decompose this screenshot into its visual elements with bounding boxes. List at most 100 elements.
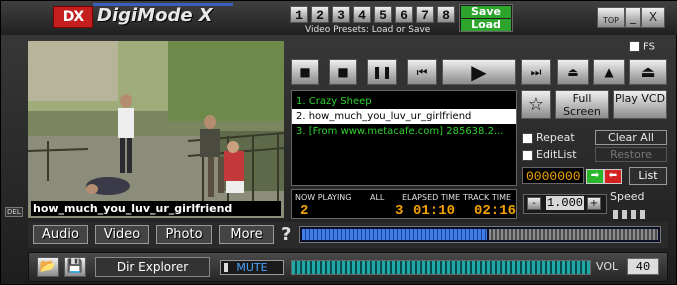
previous-button[interactable]: ⏮: [407, 59, 437, 85]
speed-value: 1.000: [546, 196, 584, 210]
playlist[interactable]: 1. Crazy Sheep 2. how_much_you_luv_ur_gi…: [291, 90, 517, 186]
preset-5-button[interactable]: 5: [374, 6, 392, 23]
pause-icon: ❚❚: [371, 65, 393, 79]
presets-label: Video Presets: Load or Save: [305, 25, 431, 35]
play-button[interactable]: ▶: [442, 59, 516, 85]
arrow-right-icon: ➡: [590, 170, 600, 181]
pause-button[interactable]: ❚❚: [367, 59, 397, 85]
speed-tick: [622, 210, 627, 219]
always-on-top-button[interactable]: TOP: [597, 7, 625, 28]
fullscreen-label: FS: [643, 41, 655, 53]
eject-small-button[interactable]: ⏏: [557, 59, 589, 85]
next-track-icon: ⏭: [530, 65, 542, 79]
repeat-toggle[interactable]: Repeat: [522, 131, 575, 144]
video-display[interactable]: [28, 41, 284, 218]
app-logo: DX: [53, 6, 93, 28]
playlist-item[interactable]: 1. Crazy Sheep: [292, 94, 516, 109]
delete-button[interactable]: DEL: [5, 207, 23, 217]
video-frame: [28, 41, 284, 218]
up-button[interactable]: ▲: [593, 59, 625, 85]
seek-progress: [302, 229, 487, 240]
video-mode-button[interactable]: Video: [95, 225, 149, 244]
stop-button[interactable]: ■: [291, 59, 319, 85]
speed-level-ticks[interactable]: [613, 204, 657, 238]
arrow-left-icon: ⬅: [608, 170, 618, 181]
favorite-button[interactable]: ☆: [521, 90, 551, 119]
floppy-icon: 💾: [66, 259, 84, 274]
mute-button[interactable]: MUTE: [220, 260, 284, 275]
track-time-label: TRACK TIME: [463, 193, 512, 202]
preset-6-button[interactable]: 6: [395, 6, 413, 23]
preset-3-button[interactable]: 3: [332, 6, 350, 23]
preset-2-button[interactable]: 2: [311, 6, 329, 23]
play-vcd-button[interactable]: Play VCD: [613, 90, 667, 119]
back-arrow-button[interactable]: ⬅: [604, 169, 622, 184]
all-label: ALL: [370, 193, 385, 202]
forward-arrow-button[interactable]: ➡: [586, 169, 604, 184]
save-load-panel: Save Load: [459, 4, 513, 32]
seek-bar[interactable]: [299, 226, 661, 243]
video-title-caption: how_much_you_luv_ur_girlfriend: [31, 201, 281, 216]
total-tracks-number: 3: [395, 203, 404, 219]
mute-label: MUTE: [236, 261, 268, 274]
pause-alt-button[interactable]: ■: [329, 59, 357, 85]
save-button[interactable]: 💾: [64, 257, 86, 277]
eject-icon: ⏏: [567, 65, 579, 79]
always-on-top-label: TOP: [602, 16, 619, 25]
elapsed-time-label: ELAPSED TIME: [402, 193, 461, 202]
previous-track-icon: ⏮: [416, 65, 428, 79]
preset-7-button[interactable]: 7: [416, 6, 434, 23]
close-button[interactable]: X: [641, 7, 665, 28]
editlist-label: EditList: [536, 148, 577, 161]
track-time-value: 02:16: [474, 203, 517, 219]
next-button[interactable]: ⏭: [521, 59, 551, 85]
help-button[interactable]: ?: [281, 224, 291, 245]
speed-tick: [640, 210, 645, 219]
speed-decrease-button[interactable]: -: [527, 197, 541, 210]
minimize-button[interactable]: _: [625, 7, 641, 28]
save-preset-button[interactable]: Save: [461, 6, 511, 18]
folder-icon: 📂: [39, 259, 57, 274]
restore-button[interactable]: Restore: [595, 147, 667, 162]
clear-all-button[interactable]: Clear All: [595, 130, 667, 145]
square-icon: ■: [337, 65, 349, 79]
playlist-item[interactable]: 3. [From www.metacafe.com] 285638.2...: [292, 124, 516, 139]
triangle-up-icon: ▲: [604, 65, 614, 79]
play-icon: ▶: [471, 60, 487, 84]
star-icon: ☆: [527, 94, 545, 115]
preset-8-button[interactable]: 8: [437, 6, 455, 23]
load-preset-button[interactable]: Load: [461, 19, 511, 31]
elapsed-time-value: 01:10: [413, 203, 456, 219]
photo-mode-button[interactable]: Photo: [156, 225, 212, 244]
stop-icon: ■: [299, 65, 311, 79]
eject-button[interactable]: ⏏: [629, 59, 667, 85]
title-bar[interactable]: DX DigiMode X 1 2 3 4 5 6 7 8 Video Pres…: [1, 1, 677, 35]
audio-mode-button[interactable]: Audio: [33, 225, 88, 244]
repeat-checkbox[interactable]: [522, 132, 533, 144]
current-track-number: 2: [300, 203, 309, 219]
playlist-item-selected[interactable]: 2. how_much_you_luv_ur_girlfriend: [292, 109, 516, 124]
volume-label: VOL: [596, 260, 619, 273]
seek-remaining: [489, 229, 658, 240]
eject-large-icon: ⏏: [640, 62, 656, 81]
preset-1-button[interactable]: 1: [290, 6, 308, 23]
full-screen-button[interactable]: Full Screen: [555, 90, 609, 119]
more-mode-button[interactable]: More: [219, 225, 274, 244]
editlist-toggle[interactable]: EditList: [522, 148, 577, 161]
dir-explorer-button[interactable]: Dir Explorer: [95, 257, 210, 277]
counter-display: 0000000: [522, 167, 584, 184]
app-title: DigiMode X: [97, 5, 213, 26]
speed-tick: [613, 210, 618, 219]
fullscreen-checkbox[interactable]: [629, 41, 640, 52]
list-button[interactable]: List: [629, 167, 667, 185]
editlist-checkbox[interactable]: [522, 149, 533, 161]
preset-4-button[interactable]: 4: [353, 6, 371, 23]
fullscreen-toggle[interactable]: FS: [629, 41, 655, 53]
volume-slider[interactable]: [291, 260, 591, 275]
open-folder-button[interactable]: 📂: [37, 257, 59, 277]
speed-increase-button[interactable]: +: [587, 197, 601, 210]
repeat-label: Repeat: [536, 131, 575, 144]
mute-indicator: [224, 263, 228, 272]
now-playing-display: NOW PLAYING ALL ELAPSED TIME TRACK TIME …: [291, 189, 517, 219]
now-playing-label: NOW PLAYING: [295, 193, 352, 202]
